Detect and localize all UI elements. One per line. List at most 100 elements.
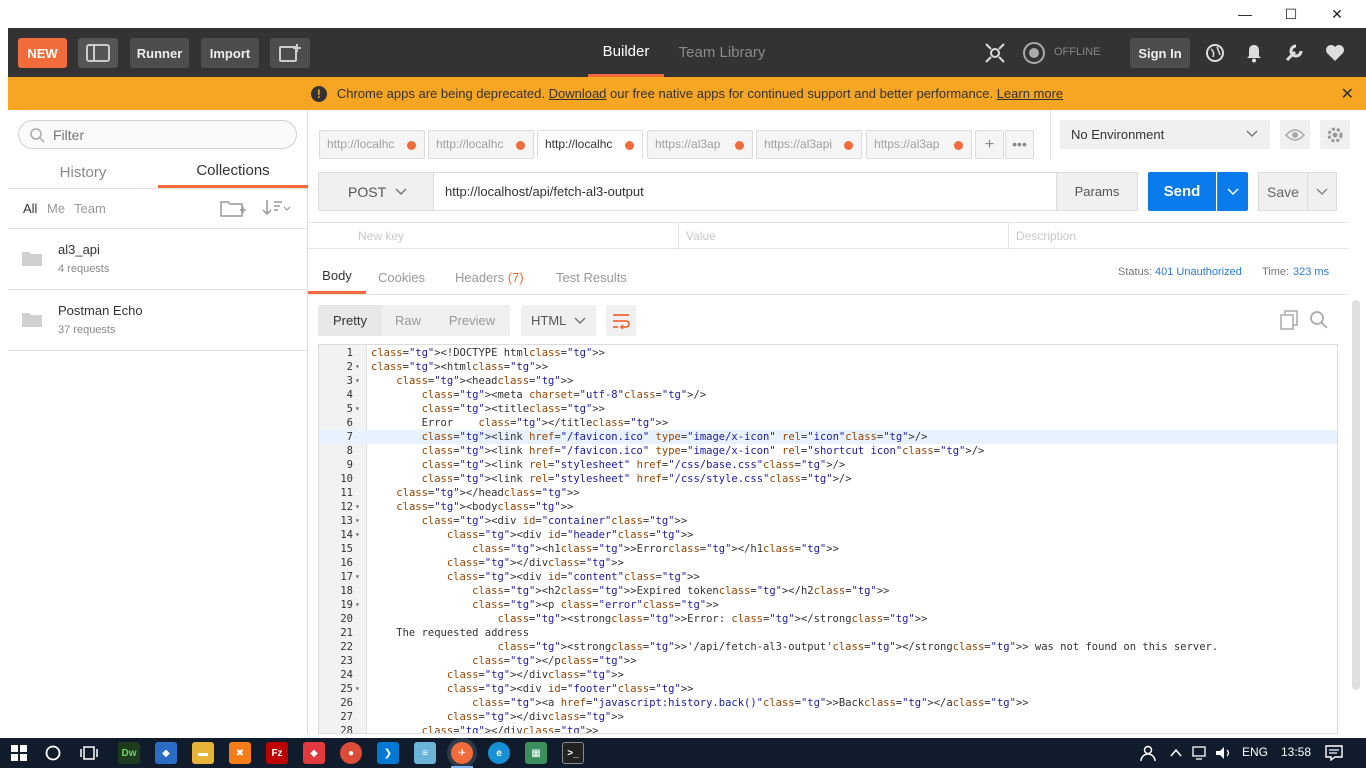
people-icon[interactable] bbox=[1140, 745, 1156, 761]
code-line[interactable]: 24 class="tg"></divclass="tg">> bbox=[319, 668, 1337, 682]
view-pretty-button[interactable]: Pretty bbox=[318, 305, 382, 336]
tab-cookies[interactable]: Cookies bbox=[378, 260, 428, 294]
filter-input[interactable] bbox=[53, 125, 283, 145]
globe-icon[interactable] bbox=[1200, 38, 1230, 68]
collection-item[interactable]: al3_api 4 requests bbox=[8, 229, 308, 290]
new-button[interactable]: NEW bbox=[18, 38, 67, 68]
code-line[interactable]: 27 class="tg"></divclass="tg">> bbox=[319, 710, 1337, 724]
view-preview-button[interactable]: Preview bbox=[434, 305, 510, 336]
import-button[interactable]: Import bbox=[201, 38, 259, 68]
code-line[interactable]: 2 ▾ class="tg"><htmlclass="tg">> bbox=[319, 360, 1337, 374]
code-line[interactable]: 9 class="tg"><link rel="stylesheet" href… bbox=[319, 458, 1337, 472]
notifications-icon[interactable] bbox=[1325, 745, 1343, 761]
edge-icon[interactable]: e bbox=[488, 742, 510, 764]
send-button[interactable]: Send bbox=[1148, 172, 1216, 211]
fold-toggle-icon[interactable]: ▾ bbox=[355, 514, 365, 528]
code-line[interactable]: 26 class="tg"><a href="javascript:histor… bbox=[319, 696, 1337, 710]
code-line[interactable]: 18 class="tg"><h2class="tg">>Expired tok… bbox=[319, 584, 1337, 598]
windows-start-icon[interactable] bbox=[11, 745, 27, 761]
manage-environments-button[interactable] bbox=[1320, 120, 1350, 149]
save-options-button[interactable] bbox=[1307, 172, 1337, 211]
request-tab-active[interactable]: http://localhc bbox=[537, 130, 643, 159]
code-line[interactable]: 16 class="tg"></divclass="tg">> bbox=[319, 556, 1337, 570]
code-line[interactable]: 19 ▾ class="tg"><p class="error"class="tg… bbox=[319, 598, 1337, 612]
request-tab[interactable]: http://localhc bbox=[428, 130, 534, 159]
code-line[interactable]: 25 ▾ class="tg"><div id="footer"class="tg… bbox=[319, 682, 1337, 696]
postman-icon[interactable]: ✈ bbox=[451, 742, 473, 764]
code-line[interactable]: 10 class="tg"><link rel="stylesheet" hre… bbox=[319, 472, 1337, 486]
fold-toggle-icon[interactable]: ▾ bbox=[355, 682, 365, 696]
response-code-viewer[interactable]: 1 class="tg"><!DOCTYPE htmlclass="tg">> 2 ▾… bbox=[318, 344, 1338, 734]
request-tab[interactable]: https://al3api bbox=[756, 130, 862, 159]
filter-all[interactable]: All bbox=[23, 201, 37, 216]
heart-icon[interactable] bbox=[1320, 38, 1350, 68]
fold-toggle-icon[interactable]: ▾ bbox=[355, 500, 365, 514]
clock[interactable]: 13:58 bbox=[1281, 745, 1311, 759]
anydesk-icon[interactable]: ◆ bbox=[303, 742, 325, 764]
close-window-button[interactable]: ✕ bbox=[1314, 0, 1360, 28]
minimize-button[interactable]: — bbox=[1222, 0, 1268, 28]
code-line[interactable]: 3 ▾ class="tg"><headclass="tg">> bbox=[319, 374, 1337, 388]
fold-toggle-icon[interactable]: ▾ bbox=[355, 528, 365, 542]
save-button[interactable]: Save bbox=[1258, 172, 1308, 211]
environment-quicklook-button[interactable] bbox=[1280, 120, 1310, 149]
scrollbar-thumb[interactable] bbox=[1352, 300, 1360, 690]
bell-icon[interactable] bbox=[1239, 38, 1269, 68]
code-line[interactable]: 22 class="tg"><strongclass="tg">>'/api/f… bbox=[319, 640, 1337, 654]
code-line[interactable]: 14 ▾ class="tg"><div id="header"class="tg… bbox=[319, 528, 1337, 542]
cmd-icon[interactable]: >_ bbox=[562, 742, 584, 764]
new-key-field[interactable]: New key bbox=[358, 229, 404, 243]
tab-body[interactable]: Body bbox=[308, 260, 366, 294]
code-line[interactable]: 7 class="tg"><link href="/favicon.ico" t… bbox=[319, 430, 1337, 444]
learn-more-link[interactable]: Learn more bbox=[997, 86, 1063, 101]
code-line[interactable]: 17 ▾ class="tg"><div id="content"class="t… bbox=[319, 570, 1337, 584]
signin-button[interactable]: Sign In bbox=[1130, 38, 1190, 68]
wrench-icon[interactable] bbox=[1279, 38, 1309, 68]
code-line[interactable]: 23 class="tg"></pclass="tg">> bbox=[319, 654, 1337, 668]
filezilla-icon[interactable]: Fz bbox=[266, 742, 288, 764]
fold-toggle-icon[interactable]: ▾ bbox=[355, 402, 365, 416]
code-line[interactable]: 5 ▾ class="tg"><titleclass="tg">> bbox=[319, 402, 1337, 416]
box-app-icon[interactable]: ◆ bbox=[155, 742, 177, 764]
method-select[interactable]: POST bbox=[318, 172, 434, 211]
interceptor-icon[interactable] bbox=[980, 38, 1010, 68]
spreadsheet-icon[interactable]: ▦ bbox=[525, 742, 547, 764]
code-line[interactable]: 20 class="tg"><strongclass="tg">>Error: … bbox=[319, 612, 1337, 626]
tab-headers[interactable]: Headers (7) bbox=[455, 260, 524, 294]
filter-me[interactable]: Me bbox=[47, 201, 65, 216]
code-line[interactable]: 21 The requested address bbox=[319, 626, 1337, 640]
code-line[interactable]: 6 Error class="tg"></titleclass="tg">> bbox=[319, 416, 1337, 430]
params-button[interactable]: Params bbox=[1056, 172, 1138, 211]
wrap-lines-button[interactable] bbox=[606, 305, 636, 336]
fold-toggle-icon[interactable]: ▾ bbox=[355, 374, 365, 388]
code-line[interactable]: 1 class="tg"><!DOCTYPE htmlclass="tg">> bbox=[319, 346, 1337, 360]
code-line[interactable]: 12 ▾ class="tg"><bodyclass="tg">> bbox=[319, 500, 1337, 514]
tab-collections[interactable]: Collections bbox=[158, 156, 308, 188]
description-field[interactable]: Description bbox=[1016, 229, 1076, 243]
send-options-button[interactable] bbox=[1217, 172, 1248, 211]
sort-icon[interactable] bbox=[262, 198, 292, 218]
file-explorer-icon[interactable]: ▬ bbox=[192, 742, 214, 764]
request-tab[interactable]: https://al3ap bbox=[647, 130, 753, 159]
collection-item[interactable]: Postman Echo 37 requests bbox=[8, 290, 308, 351]
search-icon[interactable] bbox=[1309, 310, 1329, 330]
volume-icon[interactable] bbox=[1215, 746, 1233, 760]
network-icon[interactable] bbox=[1192, 746, 1210, 760]
code-line[interactable]: 4 class="tg"><meta charset="utf-8"class=… bbox=[319, 388, 1337, 402]
code-line[interactable]: 15 class="tg"><h1class="tg">>Errorclass=… bbox=[319, 542, 1337, 556]
tab-history[interactable]: History bbox=[8, 156, 158, 188]
vscode-icon[interactable]: ❯ bbox=[377, 742, 399, 764]
download-link[interactable]: Download bbox=[549, 86, 607, 101]
tab-team-library[interactable]: Team Library bbox=[672, 28, 772, 77]
more-tabs-button[interactable]: ••• bbox=[1005, 130, 1034, 159]
maximize-button[interactable]: ☐ bbox=[1268, 0, 1314, 28]
code-line[interactable]: 8 class="tg"><link href="/favicon.ico" t… bbox=[319, 444, 1337, 458]
code-line[interactable]: 13 ▾ class="tg"><div id="container"class=… bbox=[319, 514, 1337, 528]
view-raw-button[interactable]: Raw bbox=[382, 305, 434, 336]
chrome-icon[interactable]: ● bbox=[340, 742, 362, 764]
fold-toggle-icon[interactable]: ▾ bbox=[355, 570, 365, 584]
value-field[interactable]: Value bbox=[686, 229, 716, 243]
add-tab-button[interactable]: + bbox=[975, 130, 1004, 159]
tab-test-results[interactable]: Test Results bbox=[556, 260, 627, 294]
new-collection-icon[interactable] bbox=[220, 198, 246, 218]
